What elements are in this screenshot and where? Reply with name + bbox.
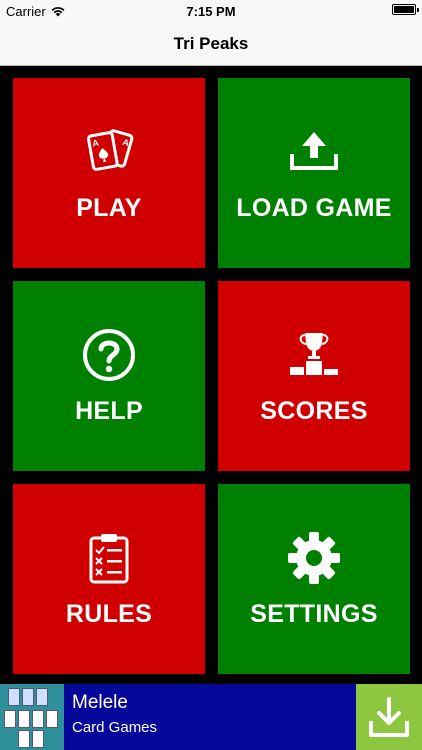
rules-button[interactable]: RULES — [13, 484, 205, 674]
download-icon — [369, 697, 409, 737]
load-game-label: LOAD GAME — [236, 193, 392, 222]
status-right — [392, 4, 419, 15]
main-menu-grid: A A PLAY LOAD GAME HELP SCORES RULES SET… — [0, 66, 422, 680]
trophy-podium-icon — [286, 327, 342, 383]
battery-level — [394, 6, 414, 13]
ad-banner[interactable]: Melele Card Games — [0, 684, 422, 750]
help-label: HELP — [75, 396, 143, 425]
page-title: Tri Peaks — [173, 33, 249, 53]
ad-text: Melele Card Games — [64, 684, 356, 750]
battery-icon — [392, 4, 419, 15]
load-game-button[interactable]: LOAD GAME — [218, 78, 410, 268]
ad-app-thumbnail — [0, 684, 64, 750]
play-label: PLAY — [76, 193, 142, 222]
gear-icon — [286, 530, 342, 586]
upload-icon — [286, 124, 342, 180]
clipboard-checklist-icon — [81, 530, 137, 586]
status-time: 7:15 PM — [186, 3, 236, 19]
rules-label: RULES — [65, 599, 153, 628]
question-icon — [81, 327, 137, 383]
ad-download-button[interactable] — [356, 684, 422, 750]
settings-button[interactable]: SETTINGS — [218, 484, 410, 674]
play-button[interactable]: A A PLAY — [13, 78, 205, 268]
playing-cards-icon: A A — [81, 124, 137, 180]
settings-label: SETTINGS — [250, 599, 378, 628]
status-bar: Carrier 7:15 PM — [0, 0, 422, 22]
navigation-bar: Tri Peaks — [0, 22, 422, 66]
ad-subtitle: Card Games — [72, 719, 158, 736]
scores-button[interactable]: SCORES — [218, 281, 410, 471]
ad-title: Melele — [72, 692, 128, 713]
scores-label: SCORES — [260, 396, 368, 425]
help-button[interactable]: HELP — [13, 281, 205, 471]
